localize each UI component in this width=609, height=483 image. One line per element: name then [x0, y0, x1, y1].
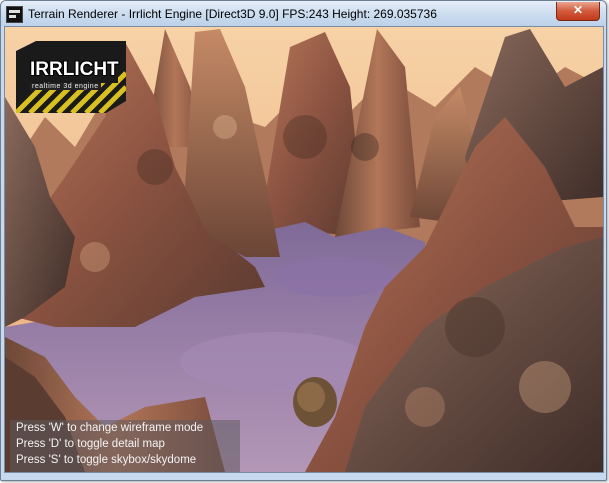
close-button[interactable]: ✕ [556, 2, 600, 21]
window-title: Terrain Renderer - Irrlicht Engine [Dire… [28, 7, 437, 21]
irrlicht-logo: IRRLICHT realtime 3d engine [16, 41, 126, 113]
help-line-detail-map: Press 'D' to toggle detail map [16, 438, 165, 450]
help-overlay: Press 'W' to change wireframe mode Press… [10, 420, 240, 472]
logo-subtitle: realtime 3d engine [30, 83, 101, 90]
help-line-wireframe: Press 'W' to change wireframe mode [16, 422, 204, 434]
render-viewport[interactable]: IRRLICHT realtime 3d engine Press 'W' to… [4, 26, 604, 473]
app-icon[interactable] [6, 6, 23, 23]
app-window: Terrain Renderer - Irrlicht Engine [Dire… [0, 0, 607, 481]
title-bar[interactable]: Terrain Renderer - Irrlicht Engine [Dire… [1, 1, 606, 26]
help-line-skybox: Press 'S' to toggle skybox/skydome [16, 454, 197, 466]
logo-text: IRRLICHT [30, 59, 119, 80]
